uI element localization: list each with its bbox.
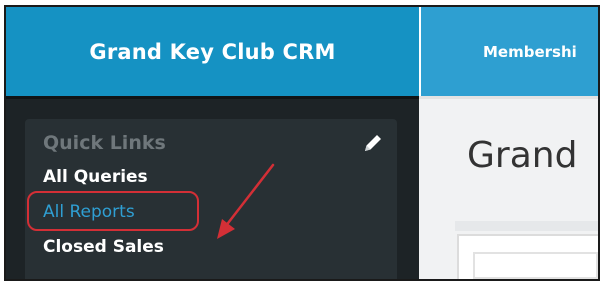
quick-links-title: Quick Links [43,132,166,154]
quick-links-panel: Quick Links All Queries All Reports Clos… [25,119,397,279]
content-toolbar [455,221,598,231]
page-title: Grand [467,135,578,176]
pencil-icon[interactable] [361,131,385,155]
app-title: Grand Key Club CRM [89,39,336,64]
highlight-ring [27,191,199,231]
content-input-box[interactable] [473,252,598,279]
main-content: Grand [419,96,598,279]
quick-link-all-queries[interactable]: All Queries [43,167,148,187]
sidebar: Quick Links All Queries All Reports Clos… [6,96,419,279]
arrow-annotation [217,163,275,239]
screenshot-frame: Grand Key Club CRM Membershi Quick Links… [4,5,600,281]
nav-item-membership[interactable]: Membershi [421,43,577,61]
app-brand[interactable]: Grand Key Club CRM [6,7,419,96]
content-card [457,234,598,279]
quick-link-closed-sales[interactable]: Closed Sales [43,237,164,257]
top-nav: Membershi [419,7,598,96]
